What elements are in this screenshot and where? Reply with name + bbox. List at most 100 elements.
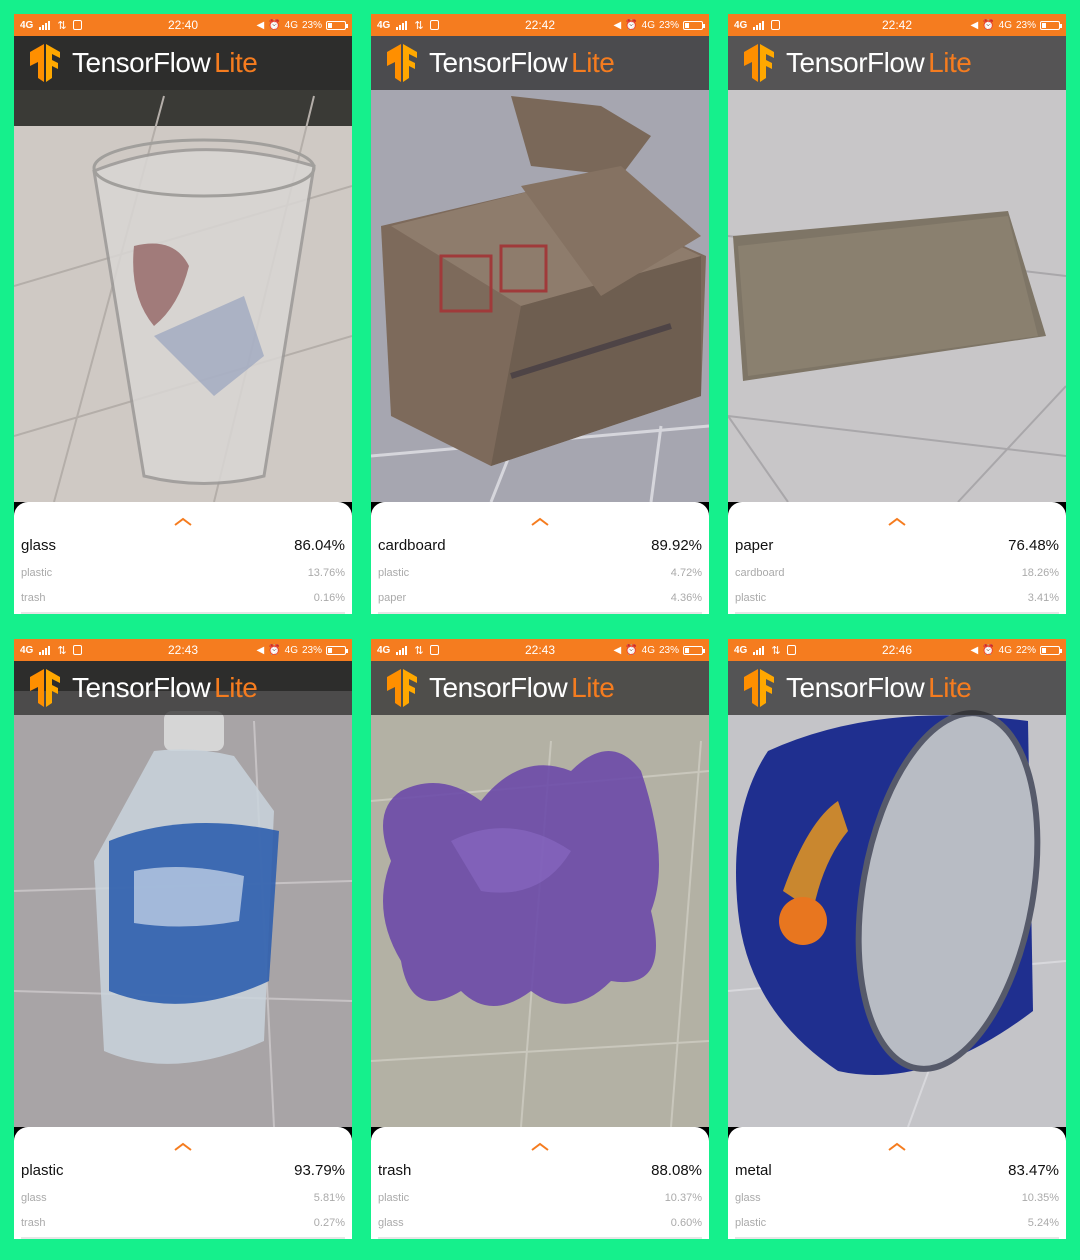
alarm-icon: ⏰ <box>625 19 638 31</box>
third-result-label: trash <box>21 592 46 604</box>
brand-name: TensorFlow <box>72 47 211 78</box>
notification-icon <box>72 20 82 30</box>
status-bar: 4G ⇅ 22:42 ◀ ⏰ 4G 23% <box>371 14 709 36</box>
battery-icon <box>683 645 705 655</box>
data-transfer-icon: ⇅ <box>57 19 67 32</box>
app-header: TensorFlow Lite <box>14 661 352 715</box>
camera-image-trash <box>371 661 709 1127</box>
camera-preview <box>728 661 1066 1127</box>
third-result-label: plastic <box>735 592 767 604</box>
phone-screen-cardboard: 4G ⇅ 22:42 ◀ ⏰ 4G 23% TensorFlow Lite ca… <box>371 14 709 614</box>
mute-icon: ◀ <box>970 644 979 656</box>
results-sheet[interactable]: glass 86.04% plastic 13.76% trash 0.16% <box>14 502 352 614</box>
brand-name: TensorFlow <box>786 672 925 703</box>
top-result-label: metal <box>735 1162 772 1179</box>
top-result-value: 88.08% <box>651 1162 702 1179</box>
status-bar: 4G ⇅ 22:46 ◀ ⏰ 4G 22% <box>728 639 1066 661</box>
camera-preview <box>371 36 709 502</box>
third-result-label: glass <box>378 1217 404 1229</box>
mute-icon: ◀ <box>256 644 265 656</box>
divider <box>735 1237 1059 1239</box>
battery-percent: 22% <box>1015 644 1036 656</box>
third-result-row: trash 0.27% <box>21 1217 345 1229</box>
second-result-row: glass 10.35% <box>735 1192 1059 1204</box>
brand-lite: Lite <box>214 47 258 78</box>
battery-icon <box>1040 645 1062 655</box>
network-type: 4G <box>377 19 391 31</box>
third-result-label: plastic <box>735 1217 767 1229</box>
signal-icon <box>39 20 51 30</box>
second-result-value: 10.35% <box>1021 1192 1059 1204</box>
tensorflow-logo-icon <box>744 44 774 82</box>
battery-icon <box>683 20 705 30</box>
chevron-up-icon[interactable] <box>887 516 907 526</box>
chevron-up-icon[interactable] <box>530 516 550 526</box>
results-sheet[interactable]: trash 88.08% plastic 10.37% glass 0.60% <box>371 1127 709 1239</box>
top-result-row: cardboard 89.92% <box>378 537 702 554</box>
brand-name: TensorFlow <box>72 672 211 703</box>
network-type: 4G <box>377 644 391 656</box>
second-result-row: plastic 13.76% <box>21 567 345 579</box>
app-header: TensorFlow Lite <box>728 661 1066 715</box>
notification-icon <box>429 20 439 30</box>
divider <box>735 612 1059 614</box>
status-time: 22:42 <box>881 18 913 32</box>
third-result-value: 4.36% <box>670 592 702 604</box>
second-result-value: 13.76% <box>307 567 345 579</box>
results-sheet[interactable]: paper 76.48% cardboard 18.26% plastic 3.… <box>728 502 1066 614</box>
divider <box>378 612 702 614</box>
chevron-up-icon[interactable] <box>887 1141 907 1151</box>
tensorflow-logo-icon <box>30 44 60 82</box>
chevron-up-icon[interactable] <box>173 1141 193 1151</box>
network-type: 4G <box>20 644 34 656</box>
top-result-label: cardboard <box>378 537 446 554</box>
network-type-right: 4G <box>641 19 655 31</box>
alarm-icon: ⏰ <box>268 644 281 656</box>
results-sheet[interactable]: plastic 93.79% glass 5.81% trash 0.27% <box>14 1127 352 1239</box>
mute-icon: ◀ <box>613 644 622 656</box>
divider <box>378 1237 702 1239</box>
top-result-value: 86.04% <box>294 537 345 554</box>
third-result-row: plastic 5.24% <box>735 1217 1059 1229</box>
battery-percent: 23% <box>658 644 679 656</box>
results-sheet[interactable]: cardboard 89.92% plastic 4.72% paper 4.3… <box>371 502 709 614</box>
second-result-value: 4.72% <box>670 567 702 579</box>
second-result-value: 10.37% <box>664 1192 702 1204</box>
signal-icon <box>396 20 408 30</box>
top-result-row: paper 76.48% <box>735 537 1059 554</box>
notification-icon <box>429 645 439 655</box>
status-bar: 4G 22:42 ◀ ⏰ 4G 23% <box>728 14 1066 36</box>
third-result-row: trash 0.16% <box>21 592 345 604</box>
second-result-row: cardboard 18.26% <box>735 567 1059 579</box>
battery-percent: 23% <box>658 19 679 31</box>
notification-icon <box>72 645 82 655</box>
status-bar: 4G ⇅ 22:43 ◀ ⏰ 4G 23% <box>371 639 709 661</box>
second-result-label: plastic <box>378 1192 410 1204</box>
tensorflow-logo-icon <box>744 669 774 707</box>
notification-icon <box>771 20 781 30</box>
top-result-value: 93.79% <box>294 1162 345 1179</box>
phone-screen-paper: 4G 22:42 ◀ ⏰ 4G 23% TensorFlow Lite pape… <box>728 14 1066 614</box>
camera-image-metal <box>728 661 1066 1127</box>
battery-percent: 23% <box>1015 19 1036 31</box>
status-bar: 4G ⇅ 22:43 ◀ ⏰ 4G 23% <box>14 639 352 661</box>
divider <box>21 612 345 614</box>
chevron-up-icon[interactable] <box>173 516 193 526</box>
camera-image-paper <box>728 36 1066 502</box>
brand-name: TensorFlow <box>429 672 568 703</box>
network-type: 4G <box>734 19 748 31</box>
camera-image-glass <box>14 36 352 502</box>
tensorflow-logo-icon <box>387 44 417 82</box>
app-header: TensorFlow Lite <box>371 36 709 90</box>
top-result-value: 89.92% <box>651 537 702 554</box>
alarm-icon: ⏰ <box>982 644 995 656</box>
chevron-up-icon[interactable] <box>530 1141 550 1151</box>
top-result-row: trash 88.08% <box>378 1162 702 1179</box>
results-sheet[interactable]: metal 83.47% glass 10.35% plastic 5.24% <box>728 1127 1066 1239</box>
brand-name: TensorFlow <box>786 47 925 78</box>
third-result-value: 0.27% <box>313 1217 345 1229</box>
status-time: 22:40 <box>167 18 199 32</box>
third-result-value: 3.41% <box>1027 592 1059 604</box>
second-result-label: glass <box>21 1192 47 1204</box>
alarm-icon: ⏰ <box>268 19 281 31</box>
